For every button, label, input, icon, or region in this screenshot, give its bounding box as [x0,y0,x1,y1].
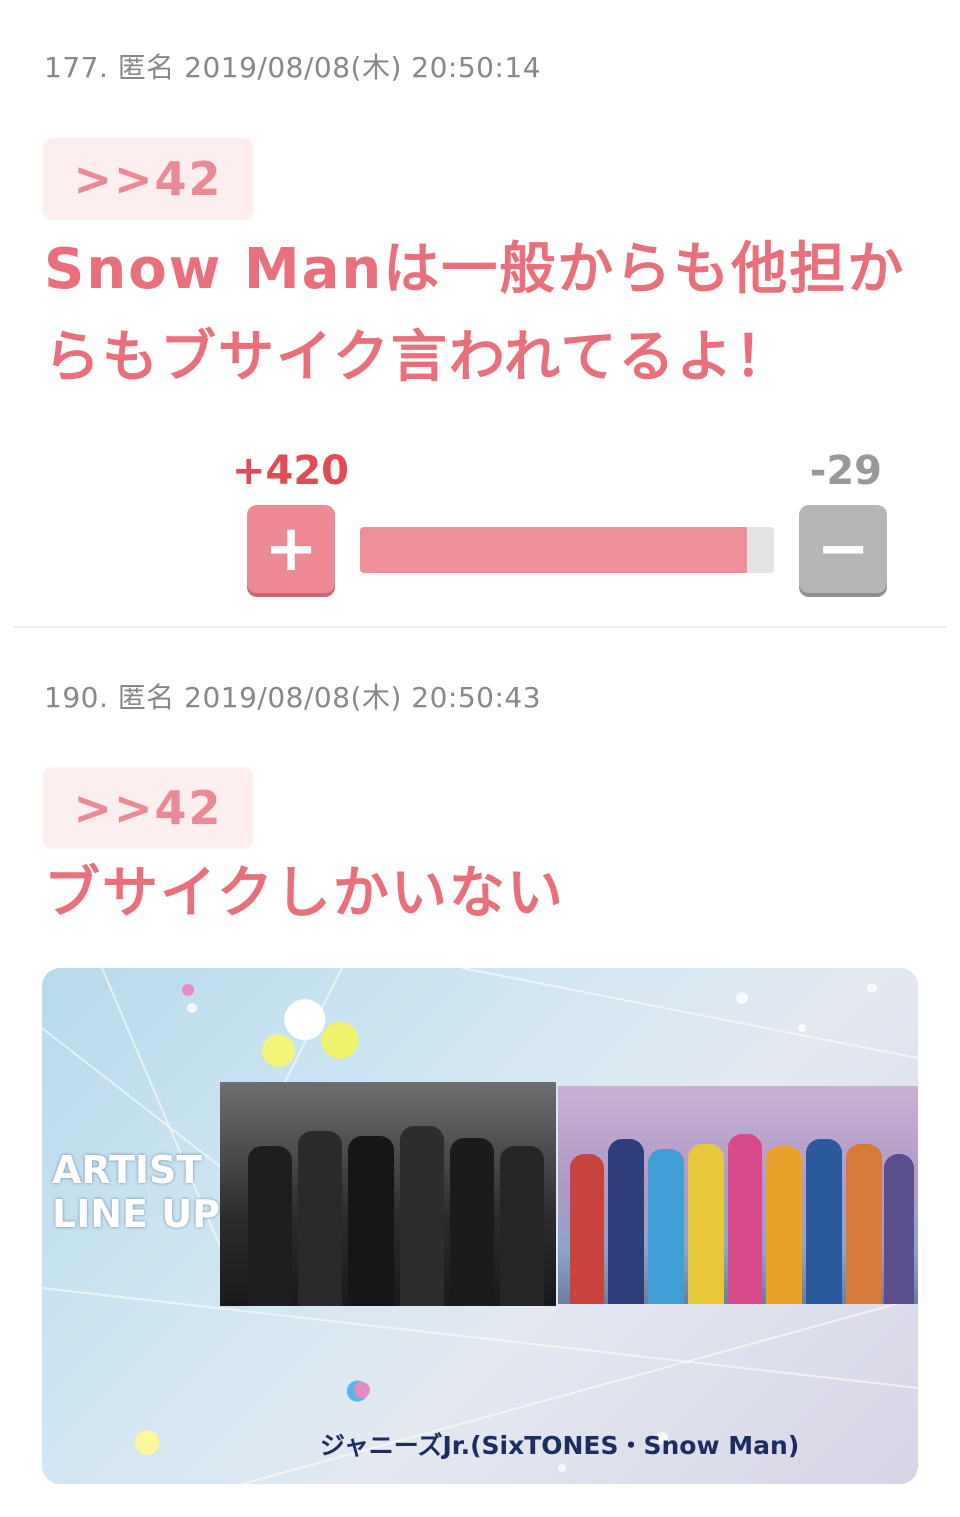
plus-icon: + [264,512,318,586]
group-photo-snowman [558,1086,918,1304]
vote-ratio-bar [360,527,774,573]
plus-count: +420 [232,448,350,494]
reply-anchor-link[interactable]: >>42 [43,767,253,849]
attached-image[interactable]: ARTIST LINE UP ジャニーズJr.(SixTONES・Snow Ma… [42,968,918,1484]
comment-divider [14,626,946,628]
label-line1: ARTIST [52,1148,203,1192]
group-photo-sixtones [220,1082,556,1306]
reply-anchor-link[interactable]: >>42 [43,138,253,220]
image-caption: ジャニーズJr.(SixTONES・Snow Man) [320,1431,800,1460]
comment-meta: 190. 匿名 2019/08/08(木) 20:50:43 [44,681,542,714]
minus-count: -29 [809,448,882,494]
comment-body: Snow Manは一般からも他担からもブサイク言われてるよ！ [44,237,906,390]
minus-icon: − [816,512,870,586]
plus-vote-button[interactable]: + [247,505,335,593]
comment-meta: 177. 匿名 2019/08/08(木) 20:50:14 [44,51,542,84]
minus-vote-button[interactable]: − [799,505,887,593]
label-line2: LINE UP [52,1192,221,1236]
comment-body: ブサイクしかいない [44,861,565,926]
vote-ratio-fill [360,527,748,573]
artist-lineup-label: ARTIST LINE UP [52,1148,220,1236]
